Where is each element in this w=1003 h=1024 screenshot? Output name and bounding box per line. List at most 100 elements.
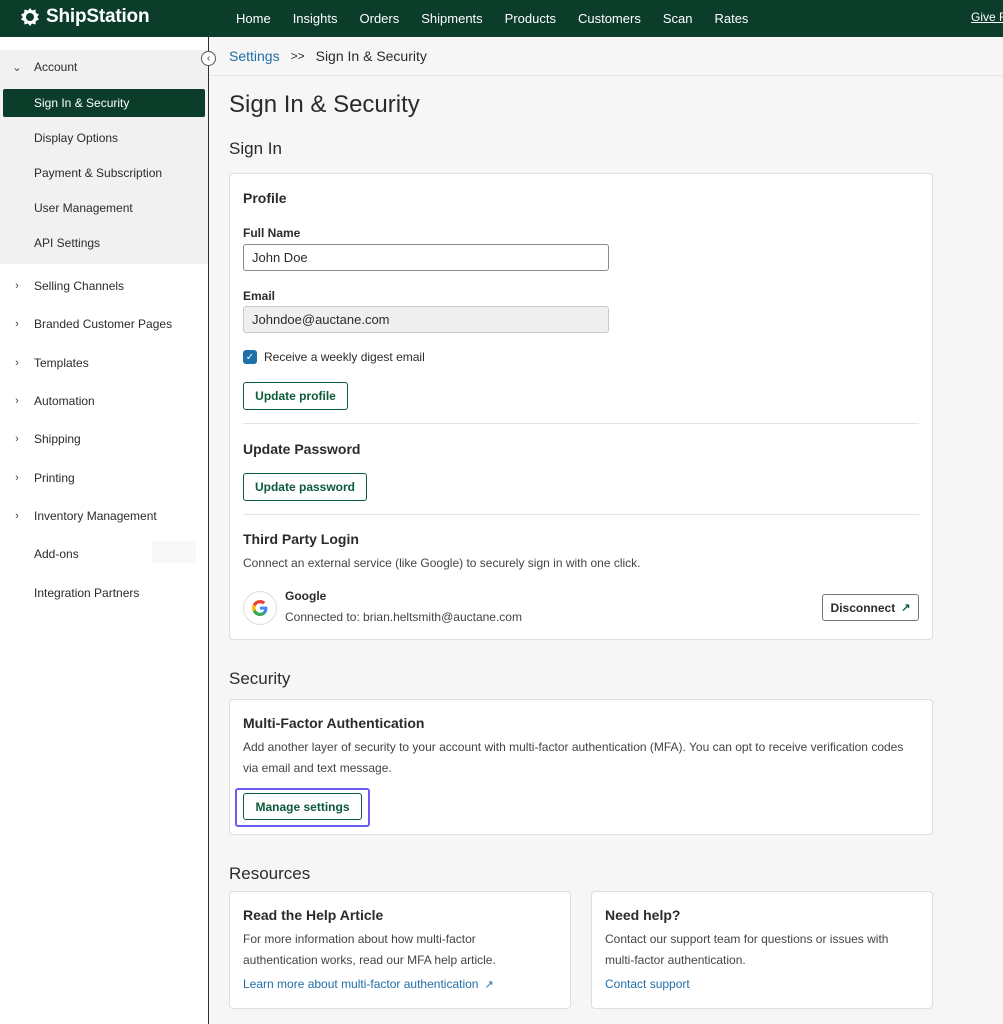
nav-customers[interactable]: Customers	[578, 11, 641, 26]
chevron-down-icon: ⌄	[12, 61, 22, 74]
sidebar-item-display-options[interactable]: Display Options	[0, 124, 208, 152]
disconnect-google-button[interactable]: Disconnect ↗	[822, 594, 919, 621]
google-connected-account: Connected to: brian.heltsmith@auctane.co…	[285, 610, 522, 624]
top-bar: ShipStation Home Insights Orders Shipmen…	[0, 0, 1003, 37]
help-article-card: Read the Help Article For more informati…	[229, 891, 571, 1009]
sidebar-item-label: Printing	[34, 471, 75, 485]
sidebar-item-automation[interactable]: › Automation	[0, 387, 208, 415]
google-g-icon	[252, 600, 268, 616]
mfa-card: Multi-Factor Authentication Add another …	[229, 699, 933, 835]
third-party-login-description: Connect an external service (like Google…	[243, 556, 641, 570]
support-line-2: multi-factor authentication.	[605, 953, 746, 967]
logo-text: ShipStation	[46, 6, 150, 27]
sidebar-item-label: User Management	[34, 201, 133, 215]
breadcrumb-separator: >>	[290, 49, 305, 63]
need-help-description: Contact our support team for questions o…	[605, 929, 888, 971]
sidebar-item-integration-partners[interactable]: Integration Partners	[0, 579, 208, 607]
nav-home[interactable]: Home	[236, 11, 271, 26]
weekly-digest-checkbox[interactable]: ✓	[243, 350, 257, 364]
top-nav: Home Insights Orders Shipments Products …	[236, 0, 770, 37]
sidebar-item-label: Account	[34, 60, 78, 74]
sign-in-section-title: Sign In	[229, 139, 282, 158]
sidebar-item-label: Automation	[34, 394, 95, 408]
contact-support-label: Contact support	[605, 977, 690, 991]
third-party-login-heading: Third Party Login	[243, 531, 359, 547]
nav-scan[interactable]: Scan	[663, 11, 693, 26]
gear-logo-icon	[21, 8, 39, 26]
password-divider	[243, 514, 919, 515]
learn-more-label: Learn more about multi-factor authentica…	[243, 977, 479, 991]
breadcrumb-settings-link[interactable]: Settings	[229, 48, 280, 64]
page-title: Sign In & Security	[229, 91, 420, 118]
sidebar-item-add-ons[interactable]: Add-ons	[0, 540, 208, 568]
mfa-description: Add another layer of security to your ac…	[243, 737, 903, 779]
need-help-heading: Need help?	[605, 907, 681, 923]
external-link-icon: ↗	[484, 978, 494, 991]
weekly-digest-checkbox-row[interactable]: ✓ Receive a weekly digest email	[243, 350, 425, 364]
sidebar-item-payment-subscription[interactable]: Payment & Subscription	[0, 159, 208, 187]
sidebar-item-selling-channels[interactable]: › Selling Channels	[0, 272, 208, 300]
sidebar-item-label: Payment & Subscription	[34, 166, 163, 180]
mfa-heading: Multi-Factor Authentication	[243, 715, 425, 731]
full-name-label: Full Name	[243, 226, 301, 240]
google-provider-name: Google	[285, 589, 327, 603]
mfa-description-line-2: via email and text message.	[243, 761, 392, 775]
mfa-description-line-1: Add another layer of security to your ac…	[243, 740, 904, 754]
shipstation-logo[interactable]: ShipStation	[20, 6, 150, 28]
chevron-left-icon: ‹	[206, 53, 211, 64]
sidebar-item-label: Templates	[34, 356, 89, 370]
chevron-right-icon: ›	[15, 318, 19, 330]
sidebar-item-label: Shipping	[34, 432, 81, 446]
profile-divider	[243, 423, 919, 424]
help-article-description: For more information about how multi-fac…	[243, 929, 496, 971]
chevron-right-icon: ›	[15, 280, 19, 292]
sidebar-item-label: Inventory Management	[34, 509, 157, 523]
sidebar-item-printing[interactable]: › Printing	[0, 464, 208, 492]
breadcrumb-divider	[210, 75, 1003, 76]
sidebar-item-account[interactable]: ⌄ Account	[0, 53, 208, 81]
sidebar-item-api-settings[interactable]: API Settings	[0, 229, 208, 257]
nav-rates[interactable]: Rates	[714, 11, 748, 26]
sidebar-item-label: Add-ons	[34, 547, 79, 561]
breadcrumb: Settings >> Sign In & Security	[229, 48, 427, 64]
sidebar-item-branded-customer-pages[interactable]: › Branded Customer Pages	[0, 310, 208, 338]
sidebar-item-sign-in-security[interactable]: Sign In & Security	[3, 89, 205, 117]
sidebar-item-user-management[interactable]: User Management	[0, 194, 208, 222]
full-name-field[interactable]	[243, 244, 609, 271]
settings-sidebar: ‹ ⌄ Account Sign In & Security Display O…	[0, 37, 216, 1024]
sidebar-item-label: Integration Partners	[34, 586, 140, 600]
nav-products[interactable]: Products	[505, 11, 556, 26]
help-article-heading: Read the Help Article	[243, 907, 384, 923]
chevron-right-icon: ›	[15, 510, 19, 522]
sign-in-card: Profile Full Name Email ✓ Receive a week…	[229, 173, 933, 640]
sidebar-item-shipping[interactable]: › Shipping	[0, 425, 208, 453]
weekly-digest-label: Receive a weekly digest email	[264, 350, 425, 364]
collapse-sidebar-button[interactable]: ‹	[201, 51, 216, 66]
help-line-1: For more information about how multi-fac…	[243, 932, 476, 946]
update-password-heading: Update Password	[243, 441, 361, 457]
breadcrumb-current: Sign In & Security	[315, 48, 427, 64]
help-line-2: authentication works, read our MFA help …	[243, 953, 496, 967]
update-password-button[interactable]: Update password	[243, 473, 367, 501]
nav-orders[interactable]: Orders	[360, 11, 400, 26]
email-field[interactable]	[243, 306, 609, 333]
update-profile-button[interactable]: Update profile	[243, 382, 348, 410]
sidebar-item-inventory-management[interactable]: › Inventory Management	[0, 502, 208, 530]
external-link-icon: ↗	[901, 602, 911, 614]
nav-shipments[interactable]: Shipments	[421, 11, 482, 26]
chevron-right-icon: ›	[15, 357, 19, 369]
sidebar-item-templates[interactable]: › Templates	[0, 349, 208, 377]
chevron-right-icon: ›	[15, 433, 19, 445]
nav-insights[interactable]: Insights	[293, 11, 338, 26]
learn-more-mfa-link[interactable]: Learn more about multi-factor authentica…	[243, 977, 494, 991]
chevron-right-icon: ›	[15, 395, 19, 407]
manage-settings-button[interactable]: Manage settings	[243, 793, 362, 820]
resources-section-title: Resources	[229, 864, 311, 883]
checkmark-icon: ✓	[245, 351, 255, 363]
contact-support-link[interactable]: Contact support	[605, 977, 690, 991]
give-feedback-link[interactable]: Give Feedback	[971, 10, 1003, 24]
google-icon	[243, 591, 277, 625]
chevron-right-icon: ›	[15, 472, 19, 484]
main-content: Settings >> Sign In & Security Sign In &…	[210, 37, 1003, 1024]
sidebar-item-label: API Settings	[34, 236, 101, 250]
